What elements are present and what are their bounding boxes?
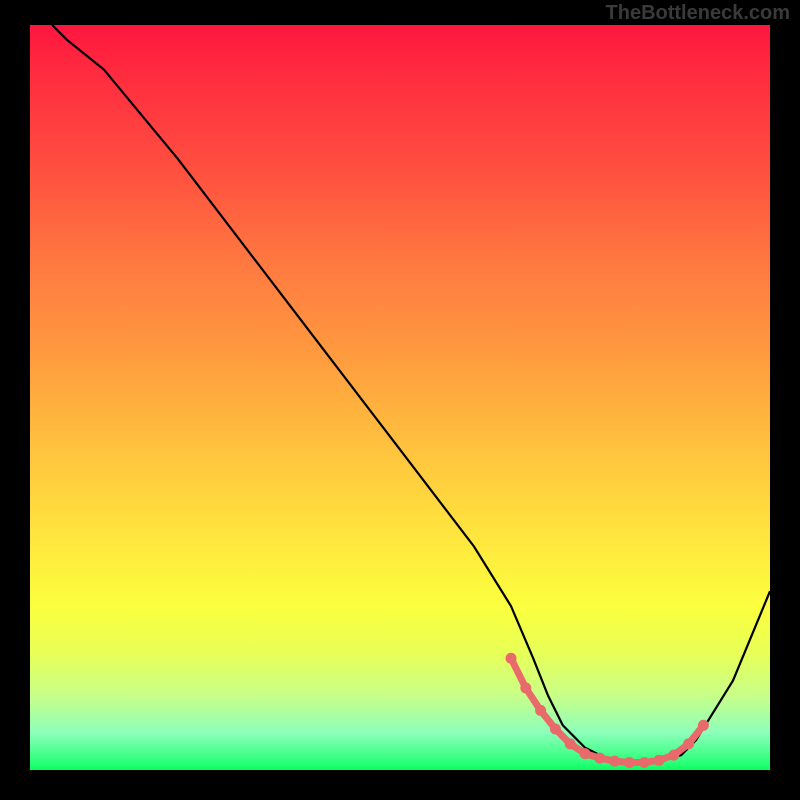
optimal-range-markers: [506, 653, 709, 768]
marker-dot: [565, 738, 576, 749]
marker-dot: [609, 756, 620, 767]
marker-dot: [654, 755, 665, 766]
marker-dot: [683, 738, 694, 749]
bottleneck-curve-line: [52, 25, 770, 763]
marker-dot: [506, 653, 517, 664]
marker-dot: [668, 750, 679, 761]
marker-dot: [594, 753, 605, 764]
marker-dot: [698, 720, 709, 731]
marker-dot: [639, 757, 650, 768]
marker-dot: [550, 724, 561, 735]
watermark-text: TheBottleneck.com: [606, 2, 790, 25]
marker-dot: [580, 748, 591, 759]
marker-dot: [624, 757, 635, 768]
marker-dot: [535, 705, 546, 716]
marker-dot: [520, 683, 531, 694]
plot-area: [30, 25, 770, 770]
chart-svg: [30, 25, 770, 770]
